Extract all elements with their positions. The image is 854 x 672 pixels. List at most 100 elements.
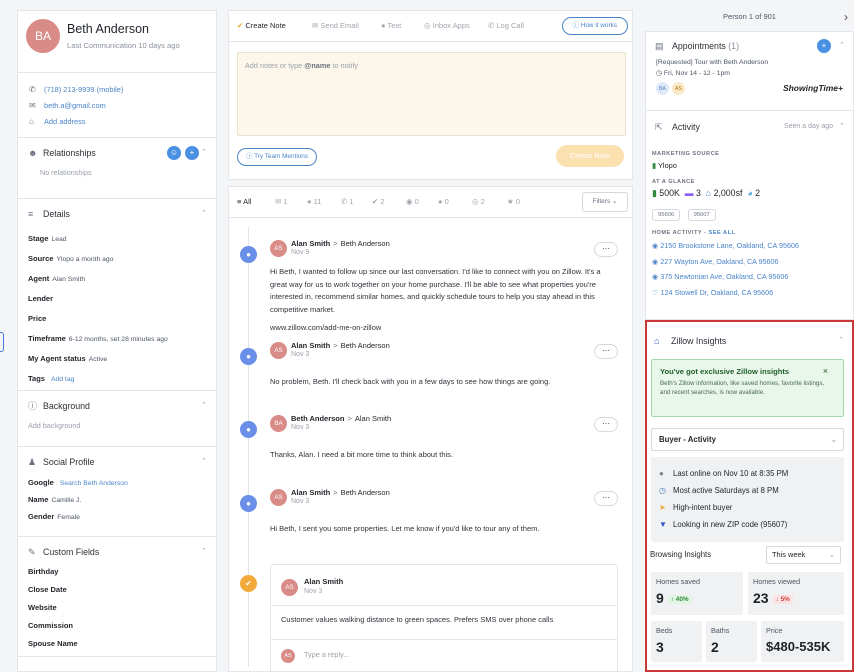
feed-tab-email[interactable]: ✉ 1 — [275, 197, 288, 206]
cursor-icon: ⇱ — [655, 122, 663, 132]
zip-chip[interactable]: 95606 — [652, 209, 681, 221]
email-row[interactable]: ✉ beth.a@gmail.com — [18, 98, 216, 114]
homes-saved-number: 9 — [656, 590, 664, 606]
tab-send-email[interactable]: ✉ Send Email — [312, 21, 359, 30]
activity-header[interactable]: ⇱ Activity Seen a day ago ⌃ — [646, 111, 853, 143]
chevron-right-icon[interactable]: › — [844, 0, 848, 34]
add-address-link[interactable]: Add address — [44, 117, 86, 126]
tab-inbox-apps[interactable]: ◎ Inbox Apps — [424, 21, 470, 30]
more-options-button[interactable]: ⋯ — [594, 242, 618, 257]
add-tag-link[interactable]: Add tag — [51, 376, 74, 383]
more-options-button[interactable]: ⋯ — [594, 491, 618, 506]
chat-icon: ● — [307, 197, 312, 206]
detail-field[interactable]: Price — [18, 309, 216, 329]
link-person-icon[interactable]: ☺ — [167, 146, 181, 160]
detail-field[interactable]: Source Ylopo a month ago — [18, 249, 216, 269]
chevron-up-icon[interactable]: ⌃ — [201, 138, 207, 168]
add-relationship-button[interactable]: + — [185, 146, 199, 160]
chevron-up-icon[interactable]: ⌃ — [201, 199, 207, 229]
glance-sqft: 2,000sf — [713, 188, 743, 198]
address-row[interactable]: ⌂ Add address — [18, 114, 216, 130]
chevron-up-icon[interactable]: ⌃ — [839, 111, 845, 143]
details-header[interactable]: ≡ Details ⌃ — [18, 199, 216, 229]
recipient-name[interactable]: Alan Smith — [355, 414, 391, 423]
chevron-up-icon[interactable]: ⌃ — [201, 391, 207, 421]
phone-row[interactable]: ✆ (718) 213-9939 (mobile) — [18, 82, 216, 98]
chevron-up-icon[interactable]: ⌃ — [839, 32, 845, 60]
appointment-title[interactable]: [Requested] Tour with Beth Anderson — [646, 59, 853, 66]
relationships-header[interactable]: ☻ Relationships ☺ + ⌃ — [18, 138, 216, 168]
detail-field[interactable]: Lender — [18, 289, 216, 309]
sender-name[interactable]: Alan Smith — [291, 239, 330, 248]
address-link[interactable]: ◉ 227 Wayton Ave, Oakland, CA 95606 — [646, 254, 853, 270]
background-header[interactable]: ⓘ Background ⌃ — [18, 391, 216, 421]
chevron-up-icon[interactable]: ⌃ — [201, 537, 207, 567]
note-input[interactable]: Add notes or type @name to notify — [237, 52, 626, 136]
tab-log-call[interactable]: ✆ Log Call — [488, 21, 524, 30]
feed-tab-starred[interactable]: ★ 0 — [507, 197, 520, 206]
more-options-button[interactable]: ⋯ — [594, 417, 618, 432]
field-value: 6-12 months, set 28 minutes ago — [68, 336, 168, 343]
tab-text[interactable]: ● Text — [381, 21, 401, 30]
filters-button[interactable]: Filters ⌄ — [582, 192, 628, 212]
recipient-name[interactable]: Beth Anderson — [341, 488, 390, 497]
custom-field[interactable]: Spouse Name — [18, 635, 216, 653]
homes-viewed-value: 23 ↓ 5% — [753, 590, 844, 606]
sender-name[interactable]: Beth Anderson — [291, 414, 344, 423]
recipient-name[interactable]: Beth Anderson — [341, 341, 390, 350]
sender-name[interactable]: Alan Smith — [291, 341, 330, 350]
feed-tab-text[interactable]: ● 11 — [307, 197, 321, 206]
close-icon[interactable]: × — [823, 366, 828, 376]
chevron-up-icon[interactable]: ⌃ — [838, 322, 844, 360]
note-author-name[interactable]: Alan Smith — [304, 577, 343, 586]
detail-field[interactable]: Stage Lead — [18, 229, 216, 249]
add-background-link[interactable]: Add background — [18, 421, 216, 430]
feed-tab-web[interactable]: ◎ 2 — [472, 197, 485, 206]
team-mentions-button[interactable]: ⓘ Try Team Mentions — [237, 148, 318, 166]
social-header[interactable]: ♟ Social Profile ⌃ — [18, 447, 216, 477]
add-appointment-button[interactable]: + — [817, 39, 831, 53]
period-select[interactable]: This week ⌄ — [766, 546, 841, 564]
detail-field[interactable]: My Agent status Active — [18, 349, 216, 369]
custom-field[interactable]: Website — [18, 599, 216, 617]
phone-number[interactable]: (718) 213-9939 — [44, 85, 95, 94]
feed-tab-all[interactable]: ≡ All — [237, 197, 251, 206]
avatar[interactable]: BA — [26, 19, 60, 53]
create-note-button[interactable]: Create Note — [556, 145, 624, 167]
social-fields: Google Search Beth Anderson Name Camille J.… — [18, 474, 216, 525]
reply-input[interactable]: Type a reply... — [304, 650, 349, 659]
address-link[interactable]: ◉ 2150 Brookstone Lane, Oakland, CA 9560… — [646, 238, 853, 254]
zillow-header[interactable]: ⌂ Zillow Insights ⌃ — [647, 322, 852, 360]
google-search-link[interactable]: Search Beth Anderson — [60, 480, 128, 487]
sender-name[interactable]: Alan Smith — [291, 488, 330, 497]
tab-create-note[interactable]: ✔ Create Note — [237, 21, 286, 30]
address-link[interactable]: ◉ 375 Newtonian Ave, Oakland, CA 95606 — [646, 269, 853, 285]
entry-link[interactable]: www.zillow.com/add-me-on-zillow — [270, 322, 610, 335]
see-all-link[interactable]: SEE ALL — [709, 230, 736, 236]
how-it-works-button[interactable]: ⓘ How it works — [561, 17, 628, 35]
contact-name[interactable]: Beth Anderson — [67, 22, 149, 36]
recipient-name[interactable]: Beth Anderson — [341, 239, 390, 248]
detail-field[interactable]: Timeframe 6-12 months, set 28 minutes ago — [18, 329, 216, 349]
address-link[interactable]: ♡ 124 Stowell Dr, Oakland, CA 95606 — [646, 285, 853, 301]
chevron-up-icon[interactable]: ⌃ — [201, 447, 207, 477]
how-it-works-label: How it works — [580, 22, 617, 29]
feed-tab-notes[interactable]: ✔ 2 — [372, 197, 385, 206]
appointments-header[interactable]: ▤ Appointments (1) + ⌃ — [646, 32, 853, 60]
insight-type-select[interactable]: Buyer - Activity ⌄ — [651, 428, 844, 451]
eye-icon: ◉ — [652, 256, 659, 266]
feed-tab-drops[interactable]: ● 0 — [438, 197, 449, 206]
custom-field[interactable]: Close Date — [18, 581, 216, 599]
email-address[interactable]: beth.a@gmail.com — [44, 101, 106, 110]
glance-stats: ▮ 500K ▬ 3 ⌂ 2,000sf ◕ 2 — [646, 188, 853, 199]
more-options-button[interactable]: ⋯ — [594, 344, 618, 359]
address-text: 227 Wayton Ave, Oakland, CA 95606 — [660, 256, 779, 266]
custom-fields-header[interactable]: ✎ Custom Fields ⌃ — [18, 537, 216, 567]
sidebar-edge-handle[interactable] — [0, 332, 4, 352]
feed-tab-calls[interactable]: ✆ 1 — [341, 197, 354, 206]
clock-icon: ◷ — [659, 486, 666, 495]
zip-chip[interactable]: 95607 — [687, 209, 716, 221]
detail-field[interactable]: Agent Alan Smith — [18, 269, 216, 289]
feed-tab-events[interactable]: ◉ 0 — [406, 197, 419, 206]
custom-field[interactable]: Commission — [18, 617, 216, 635]
